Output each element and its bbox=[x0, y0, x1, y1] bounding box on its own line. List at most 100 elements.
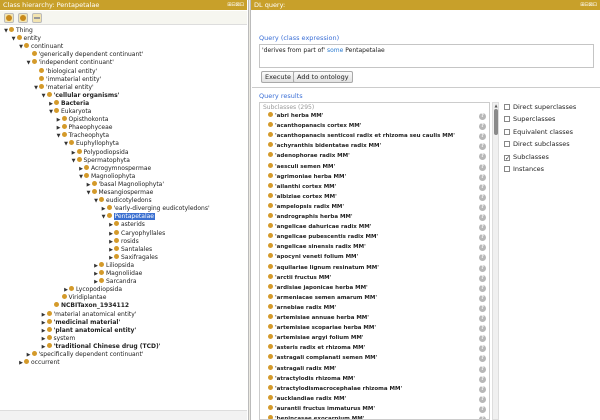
tree-node[interactable]: ▶ Caryophyllales bbox=[108, 229, 165, 238]
tree-node[interactable]: ▼'material entity' bbox=[33, 83, 94, 92]
collapsed-arrow-icon[interactable]: ▶ bbox=[108, 238, 114, 246]
result-item[interactable]: 'asteris radix et rhizoma MM'? bbox=[268, 344, 488, 353]
expanded-arrow-icon[interactable]: ▼ bbox=[11, 35, 17, 43]
tree-node[interactable]: ▶ occurrent bbox=[18, 359, 60, 367]
class-expression-input[interactable]: 'derives from part of' some Pentapetalae bbox=[259, 44, 594, 68]
tree-node[interactable]: ▶ 'plant anatomical entity' bbox=[41, 326, 136, 335]
collapsed-arrow-icon[interactable]: ▶ bbox=[26, 351, 32, 359]
tree-node[interactable]: 'immaterial entity' bbox=[33, 75, 101, 84]
explain-icon[interactable]: ? bbox=[479, 405, 486, 413]
explain-icon[interactable]: ? bbox=[479, 355, 486, 363]
tree-node[interactable]: ▶ Phaeophyceae bbox=[56, 124, 112, 132]
result-item[interactable]: 'aucklandiae radix MM'? bbox=[268, 394, 488, 404]
expanded-arrow-icon[interactable]: ▼ bbox=[71, 157, 77, 165]
tree-node[interactable]: ▶ Polypodiopsida bbox=[71, 148, 129, 157]
tree-node[interactable]: ▶ Lycopodiopsida bbox=[63, 286, 122, 294]
explain-icon[interactable]: ? bbox=[479, 325, 486, 333]
result-item[interactable]: 'acanthopanacis cortex MM'? bbox=[268, 122, 488, 131]
result-item[interactable]: 'aurantii fructus immaturus MM'? bbox=[268, 404, 488, 414]
unchecked-checkbox-icon[interactable] bbox=[504, 128, 510, 135]
query-results-list[interactable]: Subclasses (295) 'abri herba MM'?'acanth… bbox=[259, 102, 490, 420]
explain-icon[interactable]: ? bbox=[479, 123, 486, 131]
explain-icon[interactable]: ? bbox=[479, 133, 486, 141]
option-checkbox-row[interactable]: Instances bbox=[504, 164, 544, 174]
result-item[interactable]: 'ailanthi cortex MM'? bbox=[268, 182, 488, 192]
tree-node[interactable]: ▼ 'cellular organisms' bbox=[41, 91, 120, 100]
option-checkbox-row[interactable]: Direct superclasses bbox=[504, 102, 576, 112]
result-item[interactable]: 'angelicae sinensis radix MM'? bbox=[268, 243, 488, 252]
collapsed-arrow-icon[interactable]: ▶ bbox=[108, 230, 114, 238]
collapsed-arrow-icon[interactable]: ▶ bbox=[86, 181, 92, 189]
tree-node[interactable]: ▼ Magnoliophyta bbox=[78, 172, 135, 181]
tree-node[interactable]: ▶ rosids bbox=[108, 237, 139, 246]
explain-icon[interactable]: ? bbox=[479, 365, 486, 373]
result-item[interactable]: 'adenophorae radix MM'? bbox=[268, 152, 488, 161]
tree-horizontal-scrollbar[interactable] bbox=[0, 410, 247, 420]
explain-icon[interactable]: ? bbox=[479, 385, 486, 393]
collapsed-arrow-icon[interactable]: ▶ bbox=[56, 116, 62, 124]
explain-icon[interactable]: ? bbox=[479, 163, 486, 171]
tree-node[interactable]: NCBITaxon_1934112 bbox=[48, 302, 129, 310]
tree-node[interactable]: ▶ Sarcandra bbox=[93, 278, 137, 286]
explain-icon[interactable]: ? bbox=[479, 395, 486, 403]
explain-icon[interactable]: ? bbox=[479, 193, 486, 201]
unchecked-checkbox-icon[interactable] bbox=[504, 104, 510, 110]
scroll-thumb[interactable] bbox=[494, 109, 498, 135]
explain-icon[interactable]: ? bbox=[479, 153, 486, 161]
tree-node[interactable]: ▼ Pentapetalae bbox=[101, 213, 155, 221]
tree-node[interactable]: 'generically dependent continuant' bbox=[26, 51, 143, 59]
result-item[interactable]: 'artemisiae argyi folium MM'? bbox=[268, 334, 488, 343]
result-item[interactable]: 'benincasae exocarpium MM'? bbox=[268, 415, 488, 419]
result-item[interactable]: 'achyranthis bidentatae radix MM'? bbox=[268, 142, 488, 151]
result-item[interactable]: 'agrimoniae herba MM'? bbox=[268, 172, 488, 182]
explain-icon[interactable]: ? bbox=[479, 113, 486, 120]
result-item[interactable]: 'angelicae pubescentis radix MM'? bbox=[268, 233, 488, 242]
tree-node[interactable]: ▶ 'early-diverging eudicotyledons' bbox=[101, 205, 210, 213]
tree-node[interactable]: ▶ 'material anatomical entity' bbox=[41, 310, 136, 319]
collapsed-arrow-icon[interactable]: ▶ bbox=[71, 149, 77, 157]
tree-node[interactable]: 'biological entity' bbox=[33, 67, 97, 76]
tree-node[interactable]: ▶ 'specifically dependent continuant' bbox=[26, 351, 144, 359]
results-scrollbar[interactable]: ▲ bbox=[492, 102, 499, 420]
collapsed-arrow-icon[interactable]: ▶ bbox=[56, 124, 62, 132]
explain-icon[interactable]: ? bbox=[479, 224, 486, 232]
option-checkbox-row[interactable]: ✓ Subclasses bbox=[504, 152, 549, 162]
expanded-arrow-icon[interactable]: ▼ bbox=[56, 132, 62, 140]
tree-node[interactable]: ▶ Magnoliidae bbox=[93, 270, 142, 278]
delete-class-button[interactable] bbox=[32, 13, 42, 23]
tree-node[interactable]: ▼ Spermatophyta bbox=[71, 156, 130, 165]
collapsed-arrow-icon[interactable]: ▶ bbox=[41, 335, 47, 343]
result-item[interactable]: 'atractylodis rhizoma MM'? bbox=[268, 374, 488, 384]
explain-icon[interactable]: ? bbox=[479, 294, 486, 302]
explain-icon[interactable]: ? bbox=[479, 304, 486, 312]
result-item[interactable]: 'aesculi semen MM'? bbox=[268, 162, 488, 172]
result-item[interactable]: 'ardisiae japonicae herba MM'? bbox=[268, 283, 488, 293]
option-checkbox-row[interactable]: Equivalent classes bbox=[504, 127, 573, 137]
explain-icon[interactable]: ? bbox=[479, 214, 486, 221]
add-sibling-button[interactable] bbox=[18, 13, 28, 23]
result-item[interactable]: 'andrographis herba MM'? bbox=[268, 213, 488, 222]
result-item[interactable]: 'artemisiae scopariae herba MM'? bbox=[268, 324, 488, 333]
tree-node[interactable]: ▶ Acrogymnospermae bbox=[78, 164, 151, 173]
tree-node[interactable]: ▼ Euphyllophyta bbox=[63, 140, 119, 148]
result-item[interactable]: 'albiziae cortex MM'? bbox=[268, 192, 488, 202]
collapsed-arrow-icon[interactable]: ▶ bbox=[101, 205, 107, 213]
explain-icon[interactable]: ? bbox=[479, 345, 486, 353]
result-item[interactable]: 'armeniacae semen amarum MM'? bbox=[268, 293, 488, 303]
panel-controls-icon[interactable]: ⊞⊟⊠⊡ bbox=[580, 0, 597, 10]
panel-controls-icon[interactable]: ⊞⊟⊠⊡ bbox=[227, 0, 244, 10]
add-subclass-button[interactable] bbox=[4, 13, 14, 23]
explain-icon[interactable]: ? bbox=[479, 203, 486, 211]
result-item[interactable]: 'apocyni veneti folium MM'? bbox=[268, 253, 488, 262]
result-item[interactable]: 'acanthopanacis senticosi radix et rhizo… bbox=[268, 132, 488, 141]
add-to-ontology-button[interactable]: Add to ontology bbox=[293, 71, 353, 83]
scroll-up-icon[interactable]: ▲ bbox=[493, 103, 499, 108]
collapsed-arrow-icon[interactable]: ▶ bbox=[41, 319, 47, 327]
explain-icon[interactable]: ? bbox=[479, 173, 486, 181]
collapsed-arrow-icon[interactable]: ▶ bbox=[41, 327, 47, 335]
option-checkbox-row[interactable]: Superclasses bbox=[504, 114, 555, 124]
tree-node[interactable]: ▶ system bbox=[41, 334, 75, 343]
result-item[interactable]: 'aquilariae lignum resinatum MM'? bbox=[268, 263, 488, 273]
tree-node[interactable]: ▼ Tracheophyta bbox=[56, 132, 109, 140]
tree-node[interactable]: ▼ entity bbox=[11, 35, 41, 43]
